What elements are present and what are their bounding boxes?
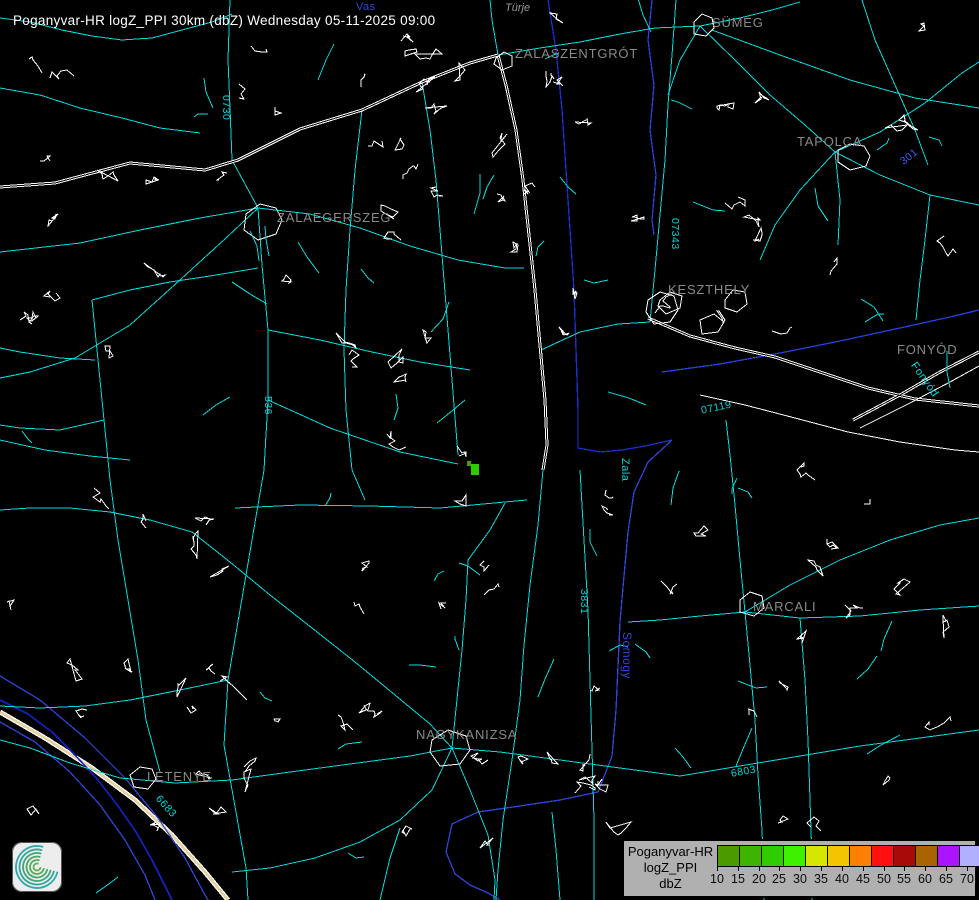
legend-tick: 30	[793, 872, 807, 886]
legend-swatch	[849, 845, 872, 867]
road-number-0730: 0730	[220, 95, 232, 120]
region-label-zala: Zala	[619, 458, 631, 481]
legend-swatch	[761, 845, 784, 867]
legend-tick: 45	[856, 872, 870, 886]
radar-display: SÜMEG ZALASZENTGRÓT TAPOLCA ZALAEGERSZEG…	[0, 0, 979, 900]
radar-logo	[12, 842, 62, 892]
major-roads-layer	[0, 55, 979, 470]
legend-tick: 15	[731, 872, 745, 886]
legend-swatch	[805, 845, 828, 867]
spiral-icon	[12, 842, 62, 892]
legend-color-scale	[717, 845, 979, 867]
legend-caption: Poganyvar-HR logZ_PPI dbZ	[624, 844, 717, 892]
legend-unit: dbZ	[624, 876, 717, 892]
legend-tick: 70	[960, 872, 974, 886]
road-number-3831: 3831	[578, 589, 590, 614]
legend-swatch	[959, 845, 979, 867]
legend-tick: 50	[877, 872, 891, 886]
legend-tick: 60	[918, 872, 932, 886]
legend-panel: Poganyvar-HR logZ_PPI dbZ 10 15 20 25 30	[622, 839, 977, 898]
road-number-07343: 07343	[669, 218, 681, 250]
legend-swatch	[783, 845, 806, 867]
legend-tick: 25	[772, 872, 786, 886]
legend-tick: 65	[939, 872, 953, 886]
city-label-keszthely: KESZTHELY	[668, 282, 750, 297]
legend-tick: 35	[814, 872, 828, 886]
legend-swatch	[827, 845, 850, 867]
legend-tick: 20	[752, 872, 766, 886]
radar-title: Poganyvar-HR logZ_PPI 30km (dbZ) Wednesd…	[13, 13, 435, 28]
legend-tick: 55	[897, 872, 911, 886]
settlements-layer	[130, 14, 979, 789]
legend-swatch	[915, 845, 938, 867]
region-label-vas: Vas	[356, 1, 376, 13]
city-label-letenye: LETENYE	[147, 769, 212, 784]
legend-tick: 40	[835, 872, 849, 886]
city-label-nagykanizsa: NAGYKANIZSA	[416, 727, 517, 742]
region-label-somogy: Somogy	[620, 632, 634, 679]
legend-swatch	[717, 845, 740, 867]
legend-tick: 10	[710, 872, 724, 886]
city-label-zalaszentgrot: ZALASZENTGRÓT	[515, 46, 638, 61]
legend-swatch	[739, 845, 762, 867]
legend-axis: 10 15 20 25 30 35 40 45 50 55 60 65 70	[717, 867, 969, 893]
legend-field: logZ_PPI	[624, 860, 717, 876]
city-label-marcali: MARCALI	[753, 599, 816, 614]
city-label-fonyod: FONYÓD	[897, 342, 957, 357]
town-label-turje: Türje	[505, 2, 530, 14]
legend-product: Poganyvar-HR	[624, 844, 717, 860]
city-label-sumeg: SÜMEG	[712, 15, 764, 30]
legend-swatch	[871, 845, 894, 867]
city-label-zalaegerszeg: ZALAEGERSZEG	[277, 210, 391, 225]
legend-swatch	[893, 845, 916, 867]
city-label-tapolca: TAPOLCA	[797, 134, 862, 149]
legend-swatch	[937, 845, 960, 867]
road-number-536: 536	[262, 396, 274, 415]
radar-echo	[471, 464, 479, 475]
